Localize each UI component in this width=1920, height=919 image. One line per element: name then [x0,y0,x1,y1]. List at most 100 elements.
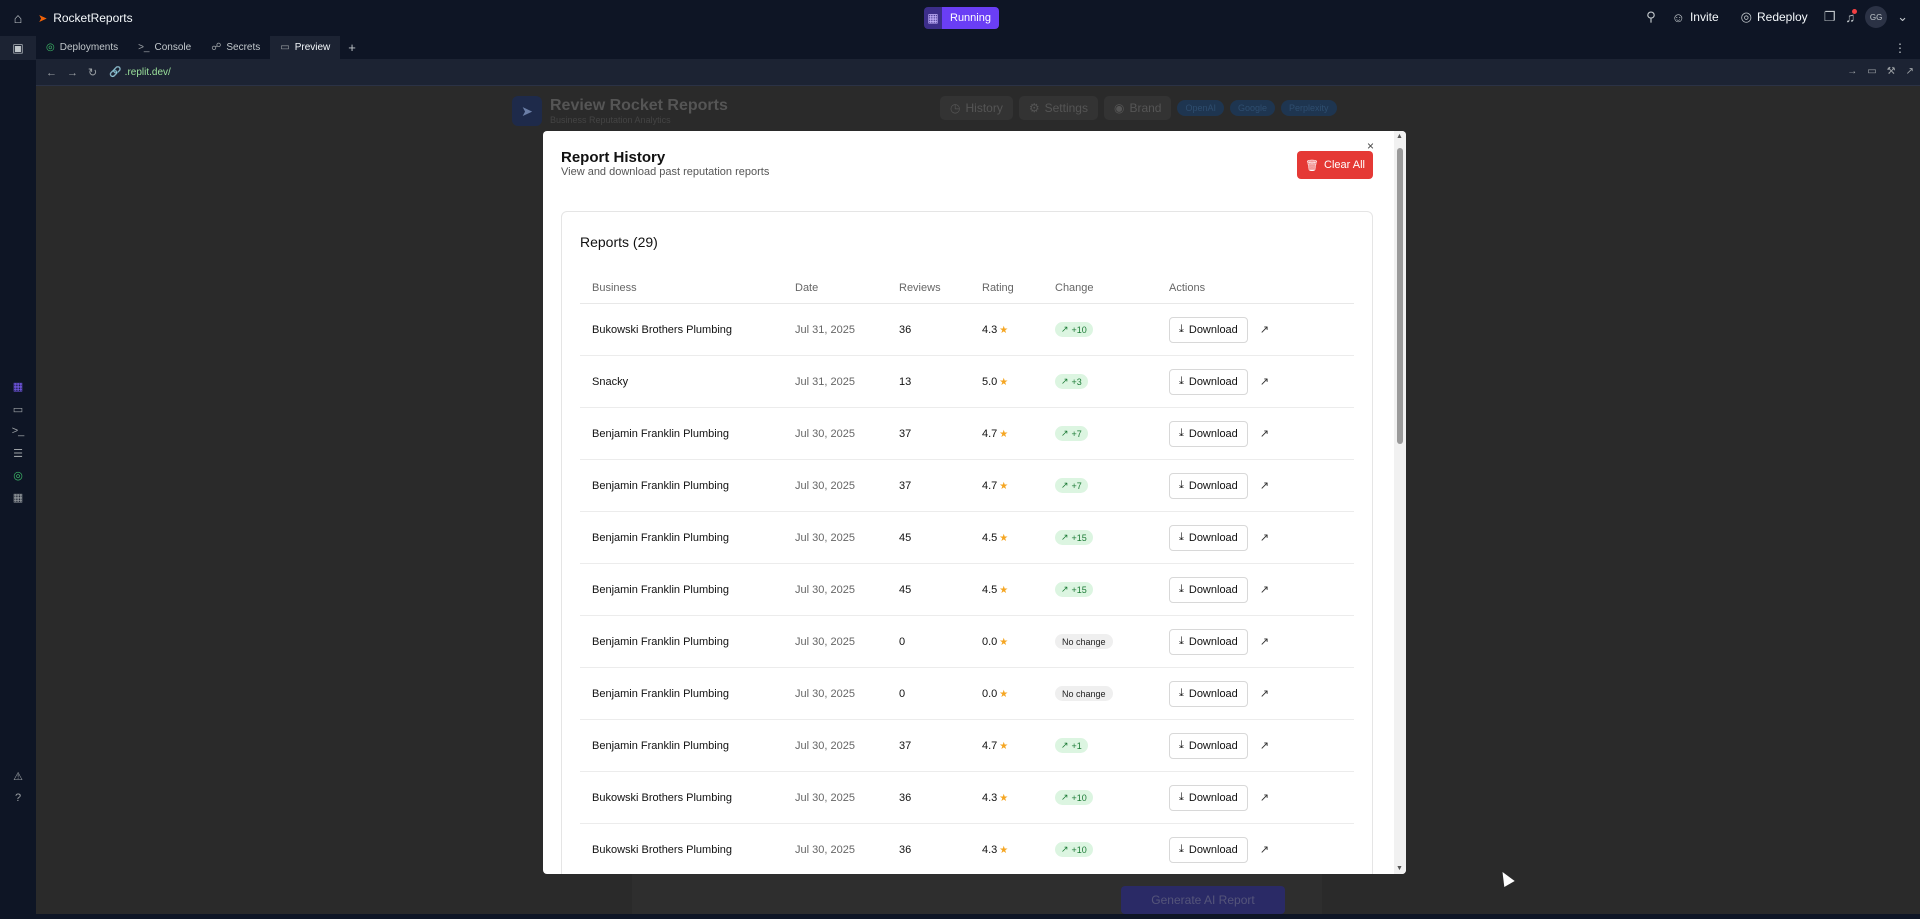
cell-date: Jul 30, 2025 [795,635,855,648]
grid-icon[interactable]: ▦ [924,7,942,29]
download-button[interactable]: ⤓ Download [1169,368,1248,395]
table-body: Bukowski Brothers Plumbing Jul 31, 2025 36… [580,304,1354,874]
cell-reviews: 13 [899,375,912,388]
cell-reviews: 36 [899,843,912,856]
monitor-icon[interactable]: ▭ [0,403,36,416]
chevron-down-icon[interactable]: ⌄ [1897,9,1908,25]
external-link-icon[interactable]: ↗ [1260,583,1269,596]
file-tree-icon[interactable]: ▣ [0,35,36,60]
chip-google[interactable]: Google [1230,100,1276,116]
grid-icon[interactable]: ▦ [0,380,36,393]
deployments-icon[interactable]: ◎ [0,469,36,482]
external-link-icon[interactable]: ↗ [1260,427,1269,440]
download-button[interactable]: ⤓ Download [1169,576,1248,603]
chip-openai[interactable]: OpenAI [1177,100,1224,116]
external-link-icon[interactable]: ↗ [1260,531,1269,544]
download-button[interactable]: ⤓ Download [1169,316,1248,343]
run-group: ▦ Running [924,7,999,29]
cell-change: ↗ +10 [1055,322,1169,337]
download-button[interactable]: ⤓ Download [1169,524,1248,551]
external-link-icon[interactable]: ↗ [1260,323,1269,336]
chip-perplexity[interactable]: Perplexity [1281,100,1337,116]
wrench-icon[interactable]: ⚒ [1887,66,1896,77]
download-button[interactable]: ⤓ Download [1169,732,1248,759]
arrow-right-icon[interactable]: → [1847,66,1857,77]
scroll-up-icon[interactable]: ▲ [1396,133,1403,140]
bell-icon[interactable]: ♫ [1845,8,1857,25]
cell-actions: ⤓ Download ↗ [1169,472,1354,499]
help-icon[interactable]: ? [0,792,36,804]
external-link-icon[interactable]: ↗ [1260,375,1269,388]
more-icon[interactable]: ⋮ [1894,41,1906,55]
palette-icon: ◉ [1113,101,1125,115]
star-icon: ★ [999,584,1009,596]
brand-button[interactable]: ◉ Brand [1103,96,1172,120]
apps-icon[interactable]: ▦ [0,491,36,504]
devices-icon[interactable]: ▭ [1867,66,1876,77]
external-link-icon[interactable]: ↗ [1260,739,1269,752]
database-icon[interactable]: ☰ [0,447,36,460]
redeploy-button[interactable]: ◎ Redeploy [1735,6,1814,28]
redeploy-label: Redeploy [1756,10,1808,24]
table-row: Benjamin Franklin Plumbing Jul 30, 2025 0 0… [580,668,1354,720]
run-button[interactable]: Running [942,7,999,29]
rating-value: 4.7 [982,427,998,440]
cell-actions: ⤓ Download ↗ [1169,524,1354,551]
external-link-icon[interactable]: ↗ [1260,843,1269,856]
history-button[interactable]: ◷ History [940,96,1013,120]
alert-icon[interactable]: ⚠ [0,770,36,783]
external-link-icon[interactable]: ↗ [1906,66,1914,77]
download-label: Download [1188,583,1238,596]
download-label: Download [1188,427,1238,440]
app-title[interactable]: ➤ RocketReports [38,11,133,25]
download-button[interactable]: ⤓ Download [1169,836,1248,863]
cell-reviews: 0 [899,687,906,700]
column-rating: Rating [982,281,1014,294]
clear-all-button[interactable]: 🗑 Clear All [1297,151,1373,179]
search-icon[interactable]: ⚲ [1646,9,1656,25]
download-button[interactable]: ⤓ Download [1169,420,1248,447]
cell-business: Bukowski Brothers Plumbing [592,791,733,804]
tab-console[interactable]: >_ Console [128,36,201,60]
add-tab-icon[interactable]: + [340,40,364,55]
download-button[interactable]: ⤓ Download [1169,628,1248,655]
cell-reviews: 45 [899,583,912,596]
external-link-icon[interactable]: ↗ [1260,635,1269,648]
cell-reviews: 37 [899,739,912,752]
cell-change: ↗ +10 [1055,790,1169,805]
table-row: Benjamin Franklin Plumbing Jul 30, 2025 37… [580,460,1354,512]
home-icon[interactable]: ⌂ [0,0,36,36]
url-field[interactable]: 🔗 .replit.dev/ [109,67,171,78]
scroll-thumb[interactable] [1397,148,1403,444]
download-label: Download [1188,635,1238,648]
modal-scrollbar[interactable]: ▲ ▼ [1394,131,1406,874]
invite-button[interactable]: ☺ Invite [1666,7,1725,28]
rating-value: 4.3 [982,843,998,856]
generate-report-button[interactable]: Generate AI Report [1121,886,1285,914]
forward-icon[interactable]: → [67,67,78,79]
settings-button[interactable]: ⚙ Settings [1018,96,1098,120]
download-button[interactable]: ⤓ Download [1169,784,1248,811]
console-icon[interactable]: >_ [0,425,36,437]
tab-preview[interactable]: ▭ Preview [270,35,341,60]
tab-label: Preview [294,42,331,53]
tab-secrets[interactable]: ☍ Secrets [201,36,270,60]
gear-icon: ⚙ [1028,101,1040,115]
windows-icon[interactable]: ❐ [1824,9,1836,25]
download-icon: ⤓ [1179,635,1184,647]
reload-icon[interactable]: ↻ [88,66,97,79]
avatar[interactable]: GG [1865,6,1888,28]
download-button[interactable]: ⤓ Download [1169,472,1248,499]
tab-deployments[interactable]: ◎ Deployments [36,36,128,60]
cell-reviews: 45 [899,531,912,544]
trend-up-icon: ↗ [1061,740,1069,750]
download-button[interactable]: ⤓ Download [1169,680,1248,707]
lock-icon: ☍ [211,42,222,53]
back-icon[interactable]: ← [46,67,57,79]
external-link-icon[interactable]: ↗ [1260,791,1269,804]
scroll-down-icon[interactable]: ▼ [1396,865,1403,872]
cell-change: No change [1055,686,1169,701]
external-link-icon[interactable]: ↗ [1260,687,1269,700]
external-link-icon[interactable]: ↗ [1260,479,1269,492]
trend-up-icon: ↗ [1061,844,1069,854]
